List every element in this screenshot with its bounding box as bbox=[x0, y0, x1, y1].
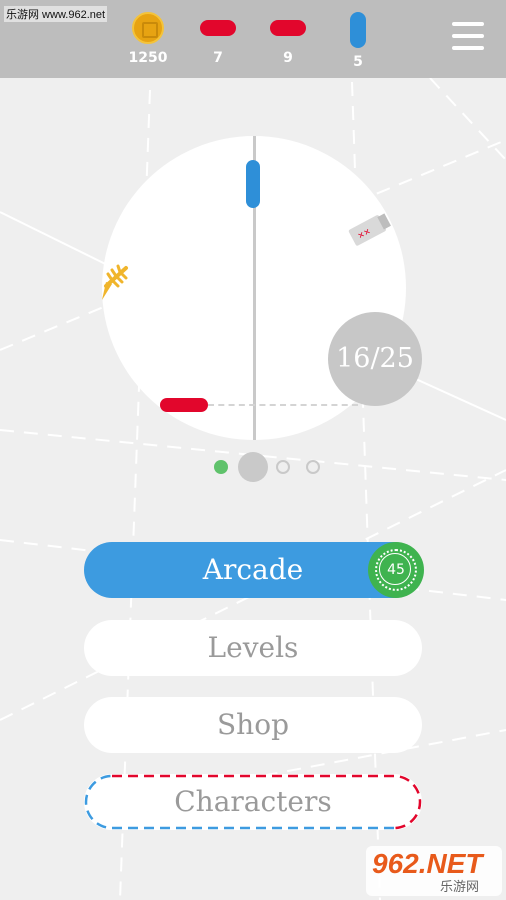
characters-button-border bbox=[84, 774, 422, 830]
coin-icon bbox=[132, 12, 164, 44]
fish-bone-icon bbox=[102, 264, 128, 300]
shop-button[interactable]: Shop bbox=[84, 697, 422, 753]
blue-item-count: 5 bbox=[353, 54, 363, 70]
watermark-logo: 962.NET 乐游网 bbox=[366, 846, 502, 896]
arcade-label: Arcade bbox=[202, 553, 304, 586]
watermark-brand-sub: 乐游网 bbox=[440, 879, 480, 894]
menu-icon[interactable] bbox=[452, 22, 484, 52]
blue-paddle-icon bbox=[350, 12, 366, 48]
watermark-text: 乐游网 www.962.net bbox=[4, 6, 108, 22]
arcade-button[interactable]: Arcade 45 bbox=[84, 542, 424, 598]
red-item-counter-b: 9 bbox=[258, 12, 318, 66]
red-item-counter-a: 7 bbox=[188, 12, 248, 66]
red-item-b-count: 9 bbox=[283, 50, 293, 66]
coin-counter: 1250 bbox=[118, 12, 178, 66]
red-paddle-icon bbox=[200, 20, 236, 36]
top-bar: 乐游网 www.962.net 1250 7 9 5 bbox=[0, 0, 506, 78]
coin-count: 1250 bbox=[128, 50, 168, 66]
red-paddle bbox=[160, 398, 208, 412]
page-indicator bbox=[214, 452, 324, 484]
level-progress-bubble: 16/25 bbox=[328, 312, 422, 406]
arcade-score-badge: 45 bbox=[368, 542, 424, 598]
levels-button[interactable]: Levels bbox=[84, 620, 422, 676]
red-item-a-count: 7 bbox=[213, 50, 223, 66]
arcade-badge-value: 45 bbox=[387, 562, 405, 578]
blue-item-counter: 5 bbox=[328, 12, 388, 70]
shop-label: Shop bbox=[217, 708, 289, 741]
paddle-track bbox=[208, 404, 358, 406]
milk-carton-icon: ✕✕ bbox=[348, 213, 391, 246]
page-dot-active[interactable] bbox=[238, 452, 268, 482]
background-dashed-lines bbox=[0, 77, 506, 900]
page-dot[interactable] bbox=[276, 460, 290, 474]
blue-paddle bbox=[246, 160, 260, 208]
red-paddle-icon bbox=[270, 20, 306, 36]
page-dot[interactable] bbox=[306, 460, 320, 474]
levels-label: Levels bbox=[207, 631, 299, 664]
page-dot[interactable] bbox=[214, 460, 228, 474]
